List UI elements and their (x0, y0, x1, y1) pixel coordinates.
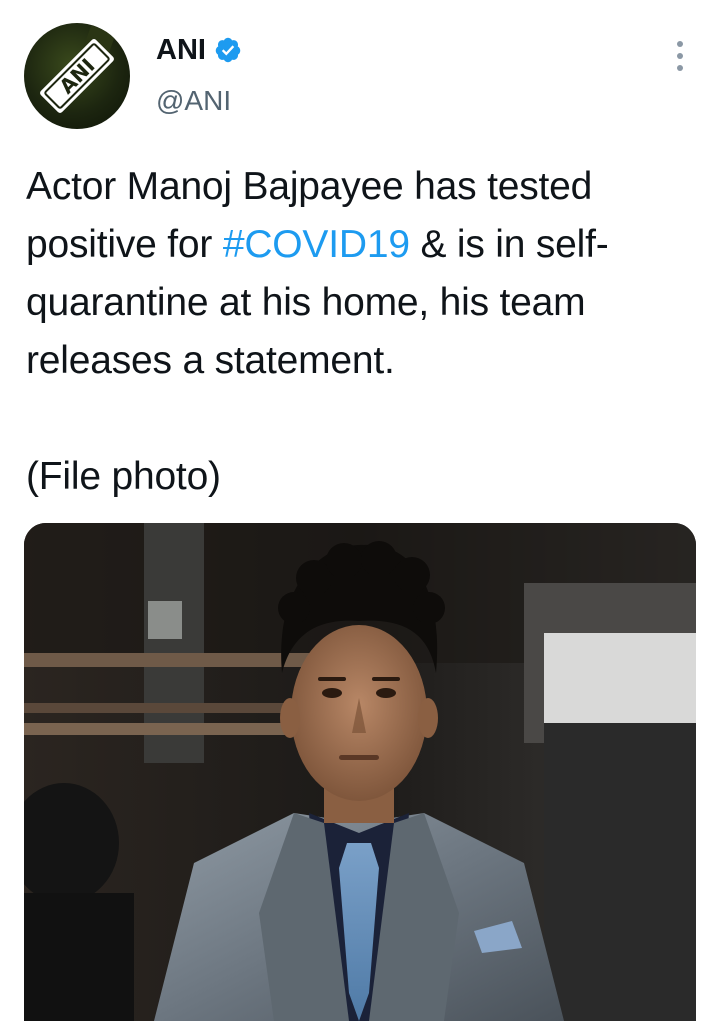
hashtag-link[interactable]: #COVID19 (223, 223, 410, 266)
tweet-body: Actor Manoj Bajpayee has tested positive… (26, 158, 698, 390)
author-handle[interactable]: @ANI (156, 84, 231, 118)
verified-badge-icon (214, 36, 242, 64)
avatar[interactable]: ANI (24, 23, 130, 129)
dot (677, 65, 683, 71)
display-name[interactable]: ANI (156, 33, 206, 67)
dot (677, 41, 683, 47)
tweet: ANI ANI @ANI Actor Manoj Bajpayee has te… (0, 0, 720, 1021)
more-options-icon[interactable] (666, 36, 694, 76)
ani-logo: ANI (40, 25, 116, 113)
author-row: ANI (156, 33, 242, 67)
dot (677, 53, 683, 59)
tweet-note: (File photo) (26, 455, 221, 498)
tweet-photo[interactable] (24, 523, 696, 1021)
tweet-text: Actor Manoj Bajpayee has tested positive… (26, 158, 698, 506)
photo-illustration (24, 523, 696, 1021)
